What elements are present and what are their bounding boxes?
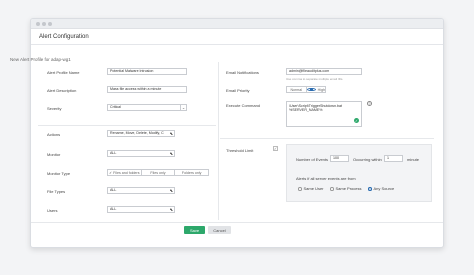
unit-label: minute	[407, 157, 420, 162]
alert-profile-name-input[interactable]: Potential Malware Intrusion	[107, 68, 187, 75]
execute-command-label: Execute Command	[226, 103, 261, 108]
email-priority-normal[interactable]: Normal	[287, 87, 307, 92]
file-types-picker[interactable]: ALL ⬉	[107, 187, 175, 194]
threshold-checkbox[interactable]: ✓	[273, 146, 278, 151]
email-priority-high[interactable]: High	[306, 87, 325, 92]
pointer-icon[interactable]: ⬉	[170, 151, 173, 156]
page-title: Alert Configuration	[39, 33, 89, 40]
severity-select[interactable]: Critical ⌄	[107, 104, 187, 111]
alert-description-label: Alert Description	[47, 88, 77, 93]
scope-same-user[interactable]: Same User	[298, 186, 324, 191]
alert-profile-name-label: Alert Profile Name	[47, 70, 80, 75]
monitor-value: ALL	[110, 151, 117, 155]
scope-any-source[interactable]: Any Source	[368, 186, 394, 191]
save-button[interactable]: Save	[184, 226, 205, 234]
execute-command-textarea[interactable]: \User\Script\TriggerShutdown.bat %SERVER…	[286, 101, 362, 127]
radio-selected-icon	[368, 187, 372, 191]
section-divider-right	[220, 138, 434, 139]
cancel-button[interactable]: Cancel	[208, 226, 231, 234]
radio-selected-icon	[306, 87, 316, 92]
page-header: Alert Configuration	[31, 29, 443, 45]
window-minimize-dot[interactable]	[42, 22, 46, 26]
monitor-type-files-only[interactable]: Files only	[142, 170, 176, 175]
monitor-type-toggle[interactable]: ✓ Files and folders Files only Folders o…	[107, 169, 209, 176]
window-maximize-dot[interactable]	[48, 22, 52, 26]
alert-config-window: Alert Configuration	[30, 18, 444, 248]
within-label: Occurring within	[353, 157, 382, 162]
file-types-value: ALL	[110, 188, 117, 192]
monitor-picker[interactable]: ALL ⬉	[107, 150, 175, 157]
column-divider	[218, 62, 219, 220]
monitor-type-label: Monitor Type	[47, 171, 71, 176]
alert-description-input[interactable]: Mass file access within a minute	[107, 86, 187, 93]
scope-label: Alerts if all server events are from	[296, 176, 356, 181]
pointer-icon[interactable]: ⬉	[170, 207, 173, 212]
events-label: Number of Events	[296, 157, 329, 162]
users-value: ALL	[110, 207, 117, 211]
validate-icon[interactable]: ✓	[354, 118, 359, 123]
window-close-dot[interactable]	[36, 22, 40, 26]
severity-label: Severity	[47, 106, 62, 111]
monitor-type-folders-only[interactable]: Folders only	[175, 170, 208, 175]
scope-same-process[interactable]: Same Process	[330, 186, 362, 191]
users-picker[interactable]: ALL ⬉	[107, 206, 175, 213]
actions-picker[interactable]: Rename, Move, Delete, Modify, C ⬉	[107, 130, 175, 137]
email-notifications-label: Email Notifications	[226, 70, 259, 75]
threshold-panel	[286, 144, 432, 202]
users-label: Users	[47, 208, 58, 213]
chevron-down-icon: ⌄	[180, 105, 186, 110]
threshold-limit-label: Threshold Limit	[226, 148, 254, 153]
email-priority-toggle[interactable]: Normal High	[286, 86, 326, 93]
email-hint: Use comma to separate multiple email IDs…	[286, 77, 344, 81]
actions-label: Actions	[47, 132, 61, 137]
help-icon[interactable]: ?	[367, 101, 372, 106]
actions-value: Rename, Move, Delete, Modify, C	[110, 131, 164, 135]
radio-icon	[298, 187, 302, 191]
file-types-label: File Types	[47, 189, 66, 194]
monitor-type-files-and-folders[interactable]: ✓ Files and folders	[108, 170, 142, 175]
within-input[interactable]: 1	[384, 155, 403, 162]
email-notifications-input[interactable]: admin@fileauditplus.com	[286, 68, 362, 75]
footer-divider	[31, 222, 443, 223]
email-priority-label: Email Priority	[226, 88, 250, 93]
profile-subtitle: New Alert Profile for adap-wg1	[10, 57, 71, 62]
pointer-icon[interactable]: ⬉	[170, 188, 173, 193]
window-titlebar	[31, 19, 443, 29]
monitor-label: Monitor	[47, 152, 61, 157]
radio-icon	[330, 187, 334, 191]
section-divider-left	[38, 125, 216, 126]
events-input[interactable]: 100	[330, 155, 349, 162]
severity-value: Critical	[110, 105, 121, 109]
pointer-icon[interactable]: ⬉	[170, 131, 173, 136]
